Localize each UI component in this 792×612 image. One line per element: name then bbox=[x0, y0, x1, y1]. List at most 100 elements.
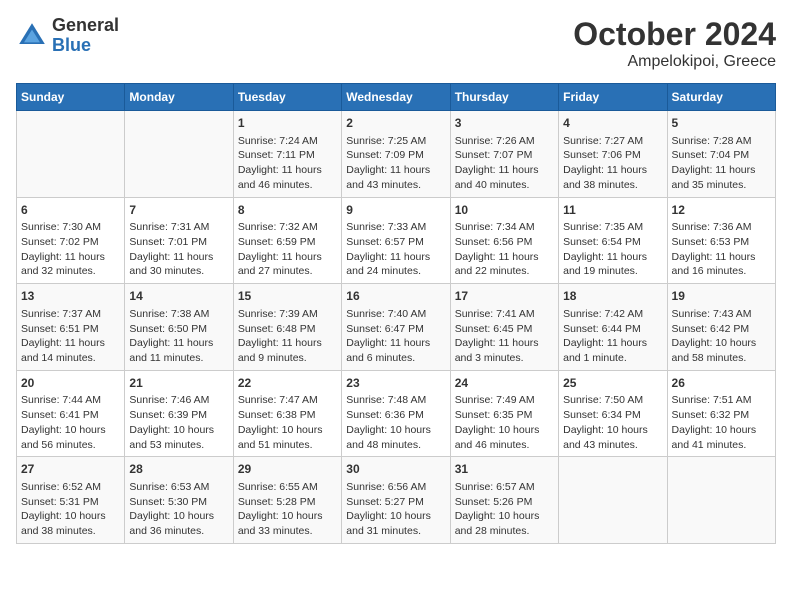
day-number: 29 bbox=[238, 461, 337, 478]
cell-content: Sunrise: 7:49 AM Sunset: 6:35 PM Dayligh… bbox=[455, 393, 554, 452]
calendar-cell: 21Sunrise: 7:46 AM Sunset: 6:39 PM Dayli… bbox=[125, 370, 233, 457]
day-number: 28 bbox=[129, 461, 228, 478]
day-number: 21 bbox=[129, 375, 228, 392]
day-number: 20 bbox=[21, 375, 120, 392]
cell-content: Sunrise: 7:33 AM Sunset: 6:57 PM Dayligh… bbox=[346, 220, 445, 279]
cell-content: Sunrise: 7:24 AM Sunset: 7:11 PM Dayligh… bbox=[238, 134, 337, 193]
day-number: 25 bbox=[563, 375, 662, 392]
cell-content: Sunrise: 7:26 AM Sunset: 7:07 PM Dayligh… bbox=[455, 134, 554, 193]
day-number: 13 bbox=[21, 288, 120, 305]
calendar-cell bbox=[559, 457, 667, 544]
day-number: 16 bbox=[346, 288, 445, 305]
calendar-cell: 26Sunrise: 7:51 AM Sunset: 6:32 PM Dayli… bbox=[667, 370, 775, 457]
logo: General Blue bbox=[16, 16, 119, 56]
calendar-cell: 29 Sunrise: 6:55 AM Sunset: 5:28 PM Dayli… bbox=[233, 457, 341, 544]
cell-content: Sunrise: 7:37 AM Sunset: 6:51 PM Dayligh… bbox=[21, 307, 120, 366]
calendar-cell: 19 Sunrise: 7:43 AM Sunset: 6:42 PM Dayli… bbox=[667, 284, 775, 371]
cell-content: Sunrise: 6:53 AM Sunset: 5:30 PM Dayligh… bbox=[129, 480, 228, 539]
calendar-cell: 22Sunrise: 7:47 AM Sunset: 6:38 PM Dayli… bbox=[233, 370, 341, 457]
calendar-header: SundayMondayTuesdayWednesdayThursdayFrid… bbox=[17, 84, 776, 111]
cell-content: Sunrise: 7:42 AM Sunset: 6:44 PM Dayligh… bbox=[563, 307, 662, 366]
day-number: 11 bbox=[563, 202, 662, 219]
weekday-header: Wednesday bbox=[342, 84, 450, 111]
cell-content: Sunrise: 7:34 AM Sunset: 6:56 PM Dayligh… bbox=[455, 220, 554, 279]
day-number: 2 bbox=[346, 115, 445, 132]
cell-content: Sunrise: 7:40 AM Sunset: 6:47 PM Dayligh… bbox=[346, 307, 445, 366]
calendar-week-row: 20Sunrise: 7:44 AM Sunset: 6:41 PM Dayli… bbox=[17, 370, 776, 457]
cell-content: Sunrise: 7:36 AM Sunset: 6:53 PM Dayligh… bbox=[672, 220, 771, 279]
calendar-cell bbox=[17, 111, 125, 198]
calendar-cell: 11Sunrise: 7:35 AM Sunset: 6:54 PM Dayli… bbox=[559, 197, 667, 284]
calendar-cell: 27 Sunrise: 6:52 AM Sunset: 5:31 PM Dayli… bbox=[17, 457, 125, 544]
day-number: 6 bbox=[21, 202, 120, 219]
calendar-cell: 2 Sunrise: 7:25 AM Sunset: 7:09 PM Daylig… bbox=[342, 111, 450, 198]
calendar-cell: 17 Sunrise: 7:41 AM Sunset: 6:45 PM Dayli… bbox=[450, 284, 558, 371]
calendar-cell: 8Sunrise: 7:32 AM Sunset: 6:59 PM Daylig… bbox=[233, 197, 341, 284]
cell-content: Sunrise: 7:35 AM Sunset: 6:54 PM Dayligh… bbox=[563, 220, 662, 279]
cell-content: Sunrise: 7:50 AM Sunset: 6:34 PM Dayligh… bbox=[563, 393, 662, 452]
cell-content: Sunrise: 7:38 AM Sunset: 6:50 PM Dayligh… bbox=[129, 307, 228, 366]
day-number: 15 bbox=[238, 288, 337, 305]
cell-content: Sunrise: 6:55 AM Sunset: 5:28 PM Dayligh… bbox=[238, 480, 337, 539]
day-number: 9 bbox=[346, 202, 445, 219]
day-number: 19 bbox=[672, 288, 771, 305]
weekday-header: Monday bbox=[125, 84, 233, 111]
cell-content: Sunrise: 7:41 AM Sunset: 6:45 PM Dayligh… bbox=[455, 307, 554, 366]
weekday-header: Thursday bbox=[450, 84, 558, 111]
calendar-cell bbox=[125, 111, 233, 198]
cell-content: Sunrise: 7:32 AM Sunset: 6:59 PM Dayligh… bbox=[238, 220, 337, 279]
calendar-cell: 1 Sunrise: 7:24 AM Sunset: 7:11 PM Daylig… bbox=[233, 111, 341, 198]
calendar-cell: 3Sunrise: 7:26 AM Sunset: 7:07 PM Daylig… bbox=[450, 111, 558, 198]
calendar-cell: 15 Sunrise: 7:39 AM Sunset: 6:48 PM Dayli… bbox=[233, 284, 341, 371]
cell-content: Sunrise: 7:31 AM Sunset: 7:01 PM Dayligh… bbox=[129, 220, 228, 279]
calendar-cell: 14Sunrise: 7:38 AM Sunset: 6:50 PM Dayli… bbox=[125, 284, 233, 371]
weekday-header: Saturday bbox=[667, 84, 775, 111]
cell-content: Sunrise: 7:46 AM Sunset: 6:39 PM Dayligh… bbox=[129, 393, 228, 452]
calendar-cell: 6Sunrise: 7:30 AM Sunset: 7:02 PM Daylig… bbox=[17, 197, 125, 284]
day-number: 31 bbox=[455, 461, 554, 478]
cell-content: Sunrise: 7:27 AM Sunset: 7:06 PM Dayligh… bbox=[563, 134, 662, 193]
day-number: 7 bbox=[129, 202, 228, 219]
day-number: 24 bbox=[455, 375, 554, 392]
cell-content: Sunrise: 6:56 AM Sunset: 5:27 PM Dayligh… bbox=[346, 480, 445, 539]
cell-content: Sunrise: 7:48 AM Sunset: 6:36 PM Dayligh… bbox=[346, 393, 445, 452]
calendar-cell: 18Sunrise: 7:42 AM Sunset: 6:44 PM Dayli… bbox=[559, 284, 667, 371]
day-number: 5 bbox=[672, 115, 771, 132]
calendar-table: SundayMondayTuesdayWednesdayThursdayFrid… bbox=[16, 83, 776, 544]
calendar-cell: 30 Sunrise: 6:56 AM Sunset: 5:27 PM Dayli… bbox=[342, 457, 450, 544]
day-number: 17 bbox=[455, 288, 554, 305]
day-number: 10 bbox=[455, 202, 554, 219]
day-number: 22 bbox=[238, 375, 337, 392]
logo-text: General Blue bbox=[52, 16, 119, 56]
calendar-week-row: 13 Sunrise: 7:37 AM Sunset: 6:51 PM Dayli… bbox=[17, 284, 776, 371]
day-number: 12 bbox=[672, 202, 771, 219]
calendar-cell: 28 Sunrise: 6:53 AM Sunset: 5:30 PM Dayli… bbox=[125, 457, 233, 544]
weekday-header: Sunday bbox=[17, 84, 125, 111]
calendar-cell: 20Sunrise: 7:44 AM Sunset: 6:41 PM Dayli… bbox=[17, 370, 125, 457]
cell-content: Sunrise: 6:52 AM Sunset: 5:31 PM Dayligh… bbox=[21, 480, 120, 539]
cell-content: Sunrise: 7:43 AM Sunset: 6:42 PM Dayligh… bbox=[672, 307, 771, 366]
weekday-header: Tuesday bbox=[233, 84, 341, 111]
month-year-title: October 2024 bbox=[573, 16, 776, 53]
calendar-cell: 24Sunrise: 7:49 AM Sunset: 6:35 PM Dayli… bbox=[450, 370, 558, 457]
day-number: 23 bbox=[346, 375, 445, 392]
day-number: 1 bbox=[238, 115, 337, 132]
calendar-week-row: 6Sunrise: 7:30 AM Sunset: 7:02 PM Daylig… bbox=[17, 197, 776, 284]
cell-content: Sunrise: 7:39 AM Sunset: 6:48 PM Dayligh… bbox=[238, 307, 337, 366]
page-header: General Blue October 2024 Ampelokipoi, G… bbox=[16, 16, 776, 71]
calendar-cell: 23Sunrise: 7:48 AM Sunset: 6:36 PM Dayli… bbox=[342, 370, 450, 457]
day-number: 27 bbox=[21, 461, 120, 478]
cell-content: Sunrise: 7:25 AM Sunset: 7:09 PM Dayligh… bbox=[346, 134, 445, 193]
calendar-cell: 10Sunrise: 7:34 AM Sunset: 6:56 PM Dayli… bbox=[450, 197, 558, 284]
calendar-cell: 9Sunrise: 7:33 AM Sunset: 6:57 PM Daylig… bbox=[342, 197, 450, 284]
day-number: 30 bbox=[346, 461, 445, 478]
weekday-header: Friday bbox=[559, 84, 667, 111]
day-number: 4 bbox=[563, 115, 662, 132]
calendar-cell: 16 Sunrise: 7:40 AM Sunset: 6:47 PM Dayli… bbox=[342, 284, 450, 371]
calendar-cell: 31 Sunrise: 6:57 AM Sunset: 5:26 PM Dayli… bbox=[450, 457, 558, 544]
day-number: 26 bbox=[672, 375, 771, 392]
calendar-cell: 13 Sunrise: 7:37 AM Sunset: 6:51 PM Dayli… bbox=[17, 284, 125, 371]
cell-content: Sunrise: 7:28 AM Sunset: 7:04 PM Dayligh… bbox=[672, 134, 771, 193]
cell-content: Sunrise: 6:57 AM Sunset: 5:26 PM Dayligh… bbox=[455, 480, 554, 539]
calendar-cell: 7Sunrise: 7:31 AM Sunset: 7:01 PM Daylig… bbox=[125, 197, 233, 284]
